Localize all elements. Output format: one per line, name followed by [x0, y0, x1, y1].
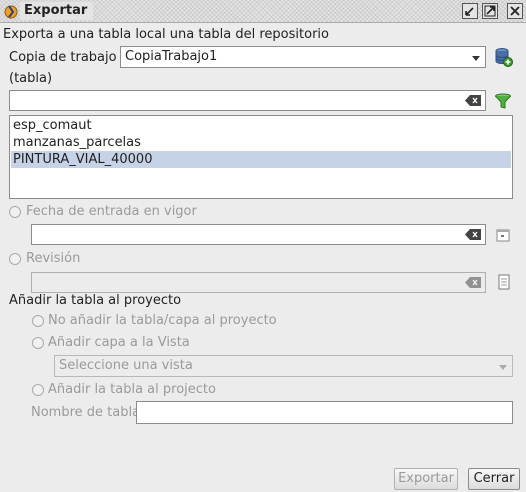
close-button[interactable]: Cerrar — [468, 468, 520, 490]
add-connection-button[interactable] — [493, 47, 513, 67]
working-copy-value: CopiaTrabajo1 — [125, 49, 218, 64]
document-list-icon — [498, 274, 510, 290]
export-button[interactable]: Exportar — [394, 468, 458, 490]
table-name-input[interactable] — [136, 401, 513, 424]
working-copy-select[interactable]: CopiaTrabajo1 — [120, 46, 486, 68]
close-window-button[interactable] — [507, 3, 523, 19]
list-item-selected[interactable]: PINTURA_VIAL_40000 — [11, 151, 511, 168]
calendar-icon — [496, 229, 510, 242]
clear-date-button[interactable] — [465, 229, 481, 244]
chevron-down-icon — [471, 52, 481, 67]
table-filter-input[interactable] — [9, 90, 486, 111]
maximize-icon — [484, 5, 496, 17]
filter-button[interactable] — [494, 93, 512, 109]
table-list[interactable]: esp_comaut manzanas_parcelas PINTURA_VIA… — [9, 115, 513, 199]
clear-text-icon — [465, 229, 481, 240]
description-text: Exporta a una tabla local una tabla del … — [3, 27, 329, 42]
list-item[interactable]: manzanas_parcelas — [11, 134, 511, 151]
add-to-project-label: Añadir la tabla al proyecto — [9, 293, 182, 308]
close-icon — [510, 6, 520, 16]
maximize-button[interactable] — [482, 3, 498, 19]
table-name-label: Nombre de tabla — [31, 405, 141, 420]
clear-text-icon — [465, 277, 481, 288]
date-input[interactable] — [31, 224, 486, 245]
clear-text-icon — [465, 95, 481, 106]
add-table-radio[interactable] — [32, 384, 44, 396]
window-title: Exportar — [20, 2, 94, 20]
no-add-radio[interactable] — [32, 315, 44, 327]
no-add-label: No añadir la tabla/capa al proyecto — [48, 313, 277, 328]
date-picker-button[interactable] — [495, 227, 511, 243]
add-table-label: Añadir la tabla al projecto — [48, 382, 216, 397]
add-layer-radio[interactable] — [32, 337, 44, 349]
revision-input[interactable] — [31, 272, 486, 293]
date-radio[interactable] — [9, 206, 21, 218]
minimize-icon — [465, 7, 474, 16]
list-item[interactable]: esp_comaut — [11, 117, 511, 134]
view-select[interactable]: Seleccione una vista — [54, 355, 513, 377]
working-copy-label: Copia de trabajo — [9, 50, 117, 65]
view-select-placeholder: Seleccione una vista — [59, 358, 193, 373]
title-bar[interactable]: Exportar — [0, 0, 526, 23]
app-icon — [3, 3, 19, 19]
revision-radio[interactable] — [9, 253, 21, 265]
revision-label: Revisión — [26, 251, 81, 266]
clear-filter-button[interactable] — [465, 95, 481, 110]
revision-browse-button[interactable] — [496, 274, 512, 291]
clear-revision-button[interactable] — [465, 277, 481, 292]
filter-funnel-icon — [495, 93, 511, 109]
database-add-icon — [495, 48, 513, 67]
date-label: Fecha de entrada en vigor — [26, 204, 197, 219]
minimize-button[interactable] — [462, 3, 478, 19]
table-section-label: (tabla) — [9, 71, 53, 86]
add-layer-label: Añadir capa a la Vista — [48, 335, 190, 350]
chevron-down-icon — [498, 361, 508, 376]
